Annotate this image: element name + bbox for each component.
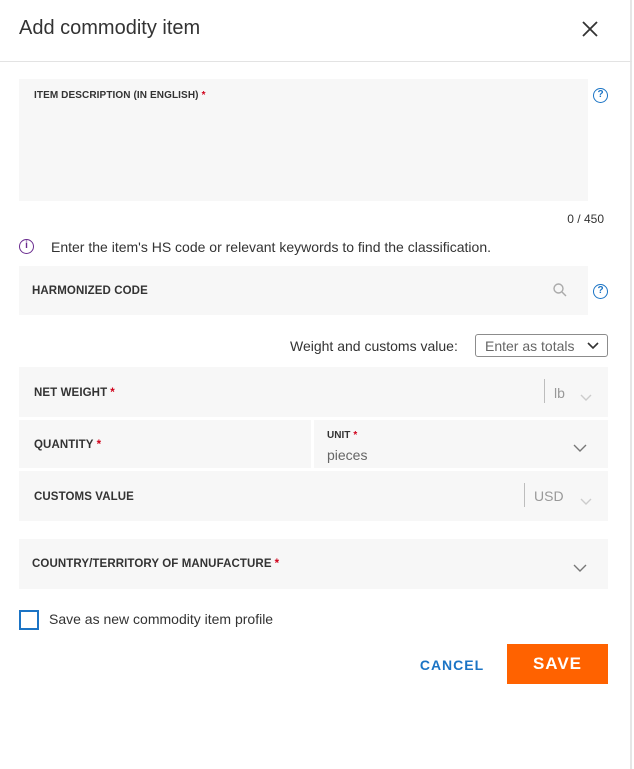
weight-customs-label: Weight and customs value:: [290, 338, 458, 354]
chevron-down-icon: [580, 389, 592, 407]
search-icon[interactable]: [552, 282, 568, 303]
unit-value: pieces: [327, 447, 368, 463]
country-label: COUNTRY/TERRITORY OF MANUFACTURE *: [32, 558, 279, 570]
required-mark: *: [353, 430, 358, 441]
field-divider: [544, 379, 545, 403]
weight-customs-selected: Enter as totals: [485, 338, 575, 354]
weight-unit-select[interactable]: lb: [554, 385, 565, 401]
chevron-down-icon: [573, 560, 587, 578]
item-description-field[interactable]: ITEM DESCRIPTION (IN ENGLISH) *: [19, 79, 588, 201]
required-mark: *: [110, 387, 115, 399]
field-divider: [524, 483, 525, 507]
unit-label-text: UNIT: [327, 430, 351, 441]
description-help-icon[interactable]: ?: [593, 88, 608, 103]
quantity-field[interactable]: QUANTITY *: [19, 420, 311, 468]
net-weight-field[interactable]: NET WEIGHT * lb: [19, 367, 608, 417]
character-counter: 0 / 450: [567, 212, 604, 226]
item-description-label-text: ITEM DESCRIPTION (IN ENGLISH): [34, 90, 199, 101]
country-label-text: COUNTRY/TERRITORY OF MANUFACTURE: [32, 558, 272, 570]
dialog-title: Add commodity item: [19, 17, 201, 39]
info-icon: i: [19, 239, 34, 254]
chevron-down-icon: [580, 493, 592, 511]
add-commodity-dialog: Add commodity item ITEM DESCRIPTION (IN …: [0, 0, 632, 769]
chevron-down-icon: [573, 440, 587, 458]
net-weight-label-text: NET WEIGHT: [34, 387, 108, 399]
customs-value-field[interactable]: CUSTOMS VALUE USD: [19, 471, 608, 521]
weight-customs-select[interactable]: Enter as totals: [475, 334, 608, 357]
unit-select[interactable]: UNIT * pieces: [314, 420, 608, 468]
save-profile-label[interactable]: Save as new commodity item profile: [49, 611, 273, 627]
required-mark: *: [274, 558, 280, 570]
harmonized-code-input[interactable]: HARMONIZED CODE: [19, 266, 588, 315]
save-button[interactable]: SAVE: [507, 644, 608, 684]
info-text: Enter the item's HS code or relevant key…: [51, 239, 491, 255]
harmonized-help-icon[interactable]: ?: [593, 284, 608, 299]
item-description-label: ITEM DESCRIPTION (IN ENGLISH) *: [34, 90, 206, 101]
save-profile-checkbox[interactable]: [19, 610, 39, 630]
quantity-label-text: QUANTITY: [34, 439, 94, 451]
chevron-down-icon: [587, 342, 599, 350]
required-mark: *: [201, 90, 206, 101]
harmonized-code-label: HARMONIZED CODE: [32, 285, 148, 297]
required-mark: *: [96, 439, 102, 451]
quantity-label: QUANTITY *: [34, 439, 101, 451]
dialog-header: Add commodity item: [0, 0, 632, 62]
customs-value-label: CUSTOMS VALUE: [34, 491, 134, 503]
net-weight-label: NET WEIGHT *: [34, 387, 115, 399]
currency-select[interactable]: USD: [534, 488, 564, 504]
cancel-button[interactable]: CANCEL: [414, 650, 490, 680]
country-select[interactable]: COUNTRY/TERRITORY OF MANUFACTURE *: [19, 539, 608, 589]
unit-label: UNIT *: [327, 430, 357, 441]
close-icon[interactable]: [578, 17, 602, 41]
